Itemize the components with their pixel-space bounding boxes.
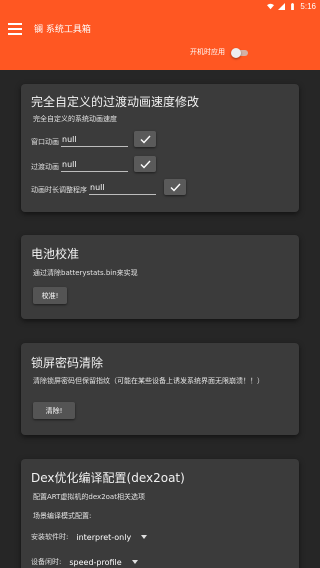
signal-icon — [278, 3, 286, 10]
install-compile-select[interactable]: interpret-only — [76, 533, 131, 542]
field-label: 过渡动画 — [31, 163, 59, 171]
toggle-knob — [231, 47, 241, 58]
card-description: 完全自定义的系统动画速度 — [33, 115, 117, 123]
transition-animation-apply-button[interactable] — [134, 156, 156, 172]
boot-apply-row: 开机时应用 — [190, 47, 249, 58]
window-animation-apply-button[interactable] — [134, 131, 156, 147]
animator-duration-apply-button[interactable] — [164, 179, 186, 195]
row-label: 安装软件时: — [31, 533, 69, 541]
animator-duration-row: 动画时长调整程序 null — [31, 182, 156, 195]
app-title: 镧 系统工具箱 — [34, 25, 91, 35]
install-compile-row[interactable]: 安装软件时: interpret-only — [31, 532, 148, 542]
card-title: 电池校准 — [31, 247, 80, 261]
status-icons — [267, 3, 296, 10]
card-description: 清除锁屏密码但保留指纹（可能在某些设备上诱发系统界面无限崩溃！！） — [33, 377, 264, 385]
field-label: 动画时长调整程序 — [31, 186, 87, 194]
dex2oat-card: Dex优化编译配置(dex2oat) 配置ART虚拟机的dex2oat相关选项 … — [21, 459, 299, 568]
menu-icon[interactable] — [8, 23, 22, 35]
scene-compile-label: 场景编译模式配置: — [33, 512, 92, 520]
wifi-icon — [267, 3, 275, 10]
check-icon — [140, 160, 151, 169]
card-description: 通过清除batterystats.bin来实现 — [33, 269, 138, 277]
boot-apply-label: 开机时应用 — [190, 48, 225, 56]
window-animation-input[interactable]: null — [61, 134, 128, 147]
status-bar: 5:16 — [0, 0, 320, 13]
row-label: 设备闲时: — [31, 558, 62, 566]
transition-animation-input[interactable]: null — [61, 159, 128, 172]
dropdown-arrow-icon — [141, 535, 148, 539]
card-title: 完全自定义的过渡动画速度修改 — [31, 95, 200, 109]
transition-animation-row: 过渡动画 null — [31, 159, 128, 172]
card-title: Dex优化编译配置(dex2oat) — [31, 471, 185, 485]
card-title: 锁屏密码清除 — [31, 356, 104, 370]
check-icon — [170, 183, 181, 192]
window-animation-row: 窗口动画 null — [31, 134, 128, 147]
app-bar: 镧 系统工具箱 开机时应用 — [0, 13, 320, 70]
calibrate-button[interactable]: 校准! — [33, 287, 67, 304]
lockscreen-clear-card: 锁屏密码清除 清除锁屏密码但保留指纹（可能在某些设备上诱发系统界面无限崩溃！！）… — [21, 343, 299, 435]
boot-apply-toggle[interactable] — [231, 47, 249, 58]
animation-speed-card: 完全自定义的过渡动画速度修改 完全自定义的系统动画速度 窗口动画 null 过渡… — [21, 84, 299, 212]
battery-icon — [291, 3, 295, 10]
dropdown-arrow-icon — [131, 560, 138, 564]
status-time: 5:16 — [300, 2, 316, 11]
animator-duration-input[interactable]: null — [89, 182, 156, 195]
card-description: 配置ART虚拟机的dex2oat相关选项 — [33, 493, 145, 501]
field-label: 窗口动画 — [31, 138, 59, 146]
battery-calibration-card: 电池校准 通过清除batterystats.bin来实现 校准! — [21, 235, 299, 319]
check-icon — [140, 135, 151, 144]
idle-compile-select[interactable]: speed-profile — [69, 558, 121, 567]
clear-button[interactable]: 清除! — [33, 402, 75, 419]
idle-compile-row[interactable]: 设备闲时: speed-profile — [31, 557, 138, 567]
